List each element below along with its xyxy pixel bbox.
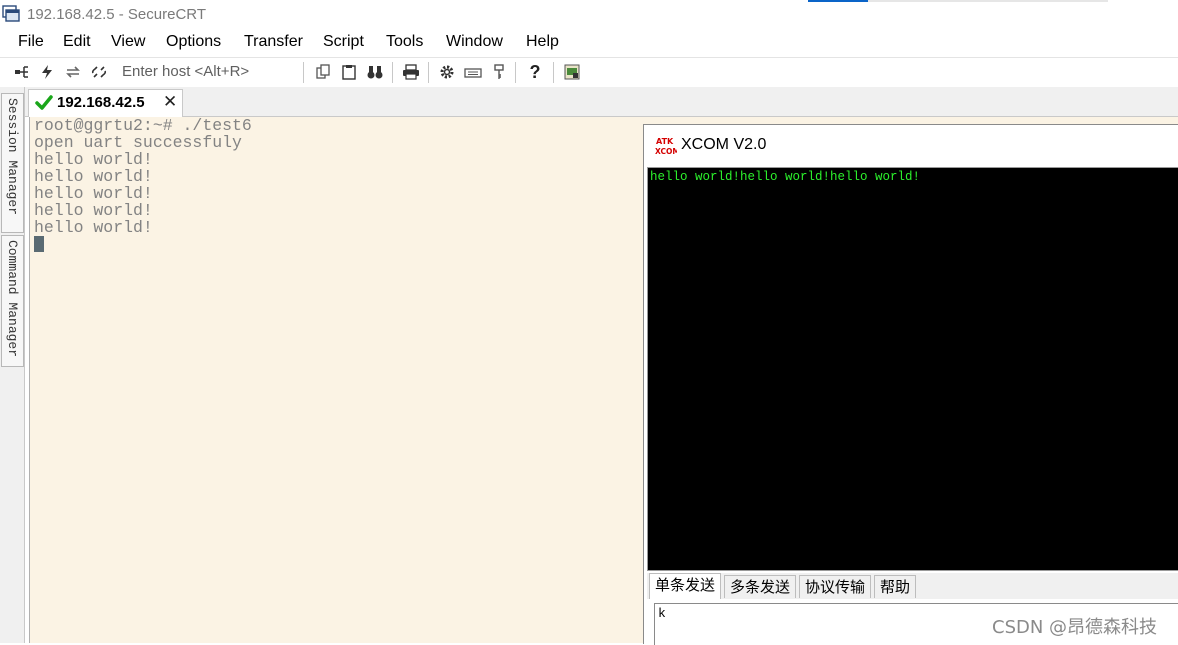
terminal-line: open uart successfuly	[34, 133, 242, 152]
menu-tools[interactable]: Tools	[386, 33, 423, 51]
toolbar-separator	[392, 62, 393, 83]
session-manager-tab[interactable]: Session Manager	[1, 93, 24, 233]
host-input[interactable]	[114, 61, 308, 82]
menu-transfer[interactable]: Transfer	[244, 33, 303, 51]
disconnect-icon[interactable]	[89, 62, 109, 82]
connect-icon[interactable]	[12, 62, 32, 82]
command-manager-label: Command Manager	[5, 240, 20, 358]
close-icon[interactable]: ✕	[163, 92, 177, 112]
atk-xcom-logo-icon: ATK XCOM	[655, 137, 677, 156]
toolbar-separator	[553, 62, 554, 83]
terminal-line: hello world!	[34, 150, 153, 169]
title-bar: 192.168.42.5 - SecureCRT	[0, 0, 1178, 30]
keymap-icon[interactable]	[463, 62, 483, 82]
terminal-line: hello world!	[34, 167, 153, 186]
send-tabs: 单条发送 多条发送 协议传输 帮助	[647, 573, 1178, 599]
menu-options[interactable]: Options	[166, 33, 221, 51]
receive-text: hello world!hello world!hello world!	[650, 170, 921, 184]
xcom-title: XCOM V2.0	[681, 136, 767, 153]
watermark: CSDN @昂德森科技	[992, 617, 1158, 638]
quick-connect-icon[interactable]	[37, 62, 57, 82]
menu-script[interactable]: Script	[323, 33, 364, 51]
svg-text:ATK: ATK	[656, 137, 674, 146]
xcom-window: ATK XCOM XCOM V2.0 hello world!hello wor…	[643, 124, 1178, 645]
securecrt-app-icon	[2, 5, 20, 22]
print-icon[interactable]	[401, 62, 421, 82]
session-tab-bar: 192.168.42.5 ✕	[25, 87, 1178, 117]
terminal-line: hello world!	[34, 218, 153, 237]
title-accent-bar	[808, 0, 868, 2]
tab-single-send[interactable]: 单条发送	[649, 573, 722, 599]
receive-area[interactable]: hello world!hello world!hello world!	[647, 167, 1178, 571]
session-tab[interactable]: 192.168.42.5 ✕	[28, 89, 183, 117]
title-accent-bar-2	[868, 0, 1108, 2]
copy-icon[interactable]	[313, 62, 333, 82]
connected-check-icon	[35, 95, 53, 110]
menu-edit[interactable]: Edit	[63, 33, 91, 51]
reconnect-icon[interactable]	[63, 62, 83, 82]
help-question-icon[interactable]: ?	[525, 62, 545, 82]
session-manager-label: Session Manager	[5, 98, 20, 216]
session-options-icon[interactable]	[562, 62, 582, 82]
menu-bar: File Edit View Options Transfer Script T…	[0, 31, 1178, 56]
session-tab-label: 192.168.42.5	[57, 94, 145, 111]
menu-window[interactable]: Window	[446, 33, 503, 51]
settings-gear-icon[interactable]	[437, 62, 457, 82]
terminal-line: hello world!	[34, 184, 153, 203]
menu-file[interactable]: File	[18, 33, 44, 51]
menu-view[interactable]: View	[111, 33, 145, 51]
toolbar-separator	[515, 62, 516, 83]
toolbar-separator	[303, 62, 304, 83]
find-binoculars-icon[interactable]	[365, 62, 385, 82]
send-text: k	[658, 606, 666, 621]
paste-icon[interactable]	[339, 62, 359, 82]
tab-protocol-transfer[interactable]: 协议传输	[799, 575, 872, 598]
key-icon[interactable]	[489, 62, 509, 82]
side-panel: Session Manager Command Manager	[0, 87, 25, 643]
toolbar-separator	[428, 62, 429, 83]
window-title: 192.168.42.5 - SecureCRT	[27, 6, 206, 23]
toolbar: ?	[0, 57, 1178, 88]
menu-help[interactable]: Help	[526, 33, 559, 51]
terminal-cursor	[34, 236, 44, 252]
svg-text:XCOM: XCOM	[655, 147, 677, 156]
tab-help[interactable]: 帮助	[874, 575, 917, 598]
terminal-line: hello world!	[34, 201, 153, 220]
terminal-line: root@ggrtu2:~# ./test6	[34, 116, 252, 135]
command-manager-tab[interactable]: Command Manager	[1, 235, 24, 367]
tab-multi-send[interactable]: 多条发送	[724, 575, 797, 598]
